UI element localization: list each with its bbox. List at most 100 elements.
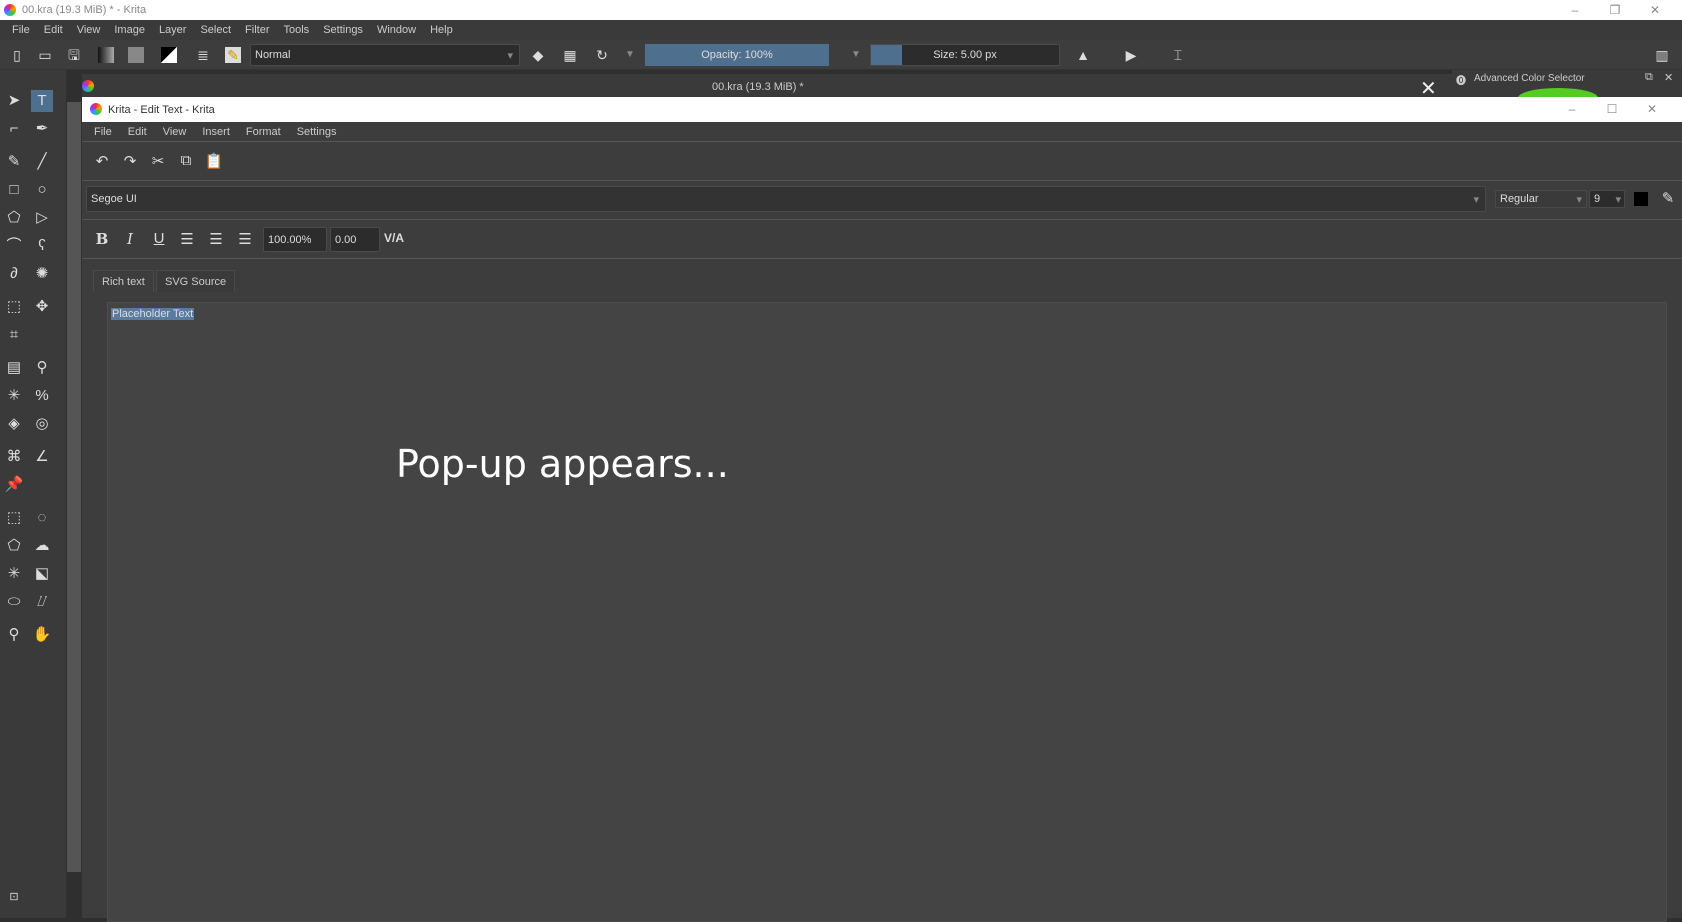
alpha-lock-icon[interactable]: ▦ (562, 47, 578, 63)
brush-preset-icon[interactable]: ✎ (225, 47, 241, 63)
polyline-tool-icon[interactable]: ▷ (31, 207, 53, 229)
magnetic-select-tool-icon[interactable]: ⌰ (31, 591, 53, 613)
italic-icon[interactable]: I (120, 230, 140, 248)
opacity-slider[interactable]: Opacity: 100% (645, 44, 829, 66)
menu-window[interactable]: Window (377, 24, 416, 36)
brush-settings-icon[interactable]: ≣ (195, 47, 211, 63)
menu-filter[interactable]: Filter (245, 24, 269, 36)
dialog-menu-format[interactable]: Format (246, 126, 281, 138)
dialog-close-button[interactable]: ✕ (1632, 99, 1672, 119)
rect-select-tool-icon[interactable]: ⬚ (3, 507, 25, 529)
size-slider[interactable]: Size: 5.00 px (870, 44, 1060, 66)
pan-tool-icon[interactable]: ✋ (31, 624, 53, 646)
menu-file[interactable]: File (12, 24, 30, 36)
measure-tool-icon[interactable]: ∠ (31, 446, 53, 468)
eraser-icon[interactable]: ◆ (530, 47, 546, 63)
font-style-select[interactable]: Regular ▾ (1495, 190, 1587, 208)
ellipse-select-tool-icon[interactable]: ◌ (31, 507, 53, 529)
rich-text-editor[interactable]: Placeholder Text (107, 302, 1667, 922)
smart-patch-tool-icon[interactable]: ✳ (3, 385, 25, 407)
freehand-path-tool-icon[interactable]: ʕ (31, 235, 53, 257)
tab-rich-text[interactable]: Rich text (93, 270, 154, 292)
dynamic-brush-tool-icon[interactable]: ∂ (3, 263, 25, 285)
wrap-around-icon[interactable]: ⌶ (1170, 47, 1186, 63)
reference-tool-icon[interactable]: 📌 (3, 474, 25, 496)
select-shape-tool-icon[interactable]: ➤ (3, 90, 25, 112)
line-height-spinbox[interactable]: 100.00% (263, 227, 327, 252)
reload-preset-icon[interactable]: ↻ (594, 47, 610, 63)
edit-shape-tool-icon[interactable]: ⌐ (3, 118, 25, 140)
fill-tool-icon[interactable]: ◈ (3, 413, 25, 435)
mirror-vertical-icon[interactable]: ▶ (1123, 47, 1139, 63)
menu-edit[interactable]: Edit (44, 24, 63, 36)
zoom-tool-icon[interactable]: ⚲ (3, 624, 25, 646)
brush-tool-icon[interactable]: ✎ (3, 151, 25, 173)
dialog-menu-insert[interactable]: Insert (202, 126, 230, 138)
mirror-horizontal-icon[interactable]: ▲ (1075, 47, 1091, 63)
menu-view[interactable]: View (77, 24, 101, 36)
crop-tool-icon[interactable]: ⌗ (3, 324, 25, 346)
kerning-icon[interactable]: V/A (384, 231, 404, 245)
editor-content[interactable]: Placeholder Text (111, 308, 195, 320)
cut-icon[interactable]: ✂ (148, 152, 168, 170)
pattern-icon[interactable] (128, 47, 144, 63)
transform-tool-icon[interactable]: ⬚ (3, 296, 25, 318)
assistant-tool-icon[interactable]: ⌘ (3, 446, 25, 468)
dialog-minimize-button[interactable]: – (1552, 99, 1592, 119)
multibrush-tool-icon[interactable]: ✺ (31, 263, 53, 285)
chevron-down-icon[interactable]: ▼ (622, 47, 638, 63)
eyedropper-icon[interactable]: ✎ (1658, 189, 1678, 207)
dialog-menu-edit[interactable]: Edit (128, 126, 147, 138)
ellipse-tool-icon[interactable]: ○ (31, 179, 53, 201)
toolbox-scrollbar[interactable] (67, 102, 81, 872)
bold-icon[interactable]: B (92, 230, 112, 248)
menu-help[interactable]: Help (430, 24, 453, 36)
line-tool-icon[interactable]: ╱ (31, 151, 53, 173)
dialog-menu-file[interactable]: File (94, 126, 112, 138)
float-docker-icon[interactable]: ⧉ (1645, 71, 1653, 84)
align-right-icon[interactable]: ☰ (235, 230, 255, 248)
menu-image[interactable]: Image (114, 24, 145, 36)
undo-icon[interactable]: ↶ (92, 152, 112, 170)
menu-layer[interactable]: Layer (159, 24, 187, 36)
minimize-button[interactable]: – (1555, 0, 1595, 20)
bezier-tool-icon[interactable]: ⌒ (3, 235, 25, 257)
align-left-icon[interactable]: ☰ (177, 230, 197, 248)
dialog-maximize-button[interactable]: ☐ (1592, 99, 1632, 119)
lock-icon[interactable]: ⓿ (1456, 72, 1466, 87)
close-button[interactable]: ✕ (1635, 0, 1675, 20)
font-family-select[interactable]: Segoe UI ▾ (86, 186, 1486, 212)
copy-icon[interactable]: ⧉ (176, 152, 196, 169)
color-picker-tool-icon[interactable]: ⚲ (31, 357, 53, 379)
magic-wand-tool-icon[interactable]: ✳ (3, 563, 25, 585)
document-tab-title[interactable]: 00.kra (19.3 MiB) * (712, 81, 804, 93)
redo-icon[interactable]: ↷ (120, 152, 140, 170)
gradient-icon[interactable] (98, 47, 114, 63)
move-tool-icon[interactable]: ✥ (31, 296, 53, 318)
dialog-menu-view[interactable]: View (163, 126, 187, 138)
rectangle-tool-icon[interactable]: □ (3, 179, 25, 201)
close-docker-icon[interactable]: ✕ (1664, 71, 1673, 84)
font-size-select[interactable]: 9 ▾ (1589, 190, 1625, 208)
open-document-icon[interactable]: ▭ (37, 47, 53, 63)
text-tool-icon[interactable]: T (31, 90, 53, 112)
dialog-menu-settings[interactable]: Settings (297, 126, 337, 138)
letter-spacing-spinbox[interactable]: 0.00 (330, 227, 380, 252)
tab-svg-source[interactable]: SVG Source (156, 270, 236, 292)
blend-mode-select[interactable]: Normal ▾ (250, 44, 520, 66)
toolbox-options-icon[interactable]: ⊡ (3, 886, 25, 908)
paste-icon[interactable]: 📋 (204, 152, 224, 170)
restore-button[interactable]: ❐ (1595, 0, 1635, 20)
polygon-tool-icon[interactable]: ⬠ (3, 207, 25, 229)
save-icon[interactable]: 🖫 (66, 47, 82, 63)
fg-bg-color-icon[interactable] (161, 47, 177, 63)
underline-icon[interactable]: U (149, 230, 169, 247)
similar-select-tool-icon[interactable]: ⬕ (31, 563, 53, 585)
text-color-button[interactable] (1634, 192, 1648, 206)
new-document-icon[interactable]: ▯ (9, 47, 25, 63)
bezier-select-tool-icon[interactable]: ⬭ (3, 591, 25, 613)
enclose-fill-tool-icon[interactable]: ◎ (31, 413, 53, 435)
menu-tools[interactable]: Tools (284, 24, 310, 36)
freehand-select-tool-icon[interactable]: ☁ (31, 535, 53, 557)
menu-settings[interactable]: Settings (323, 24, 363, 36)
